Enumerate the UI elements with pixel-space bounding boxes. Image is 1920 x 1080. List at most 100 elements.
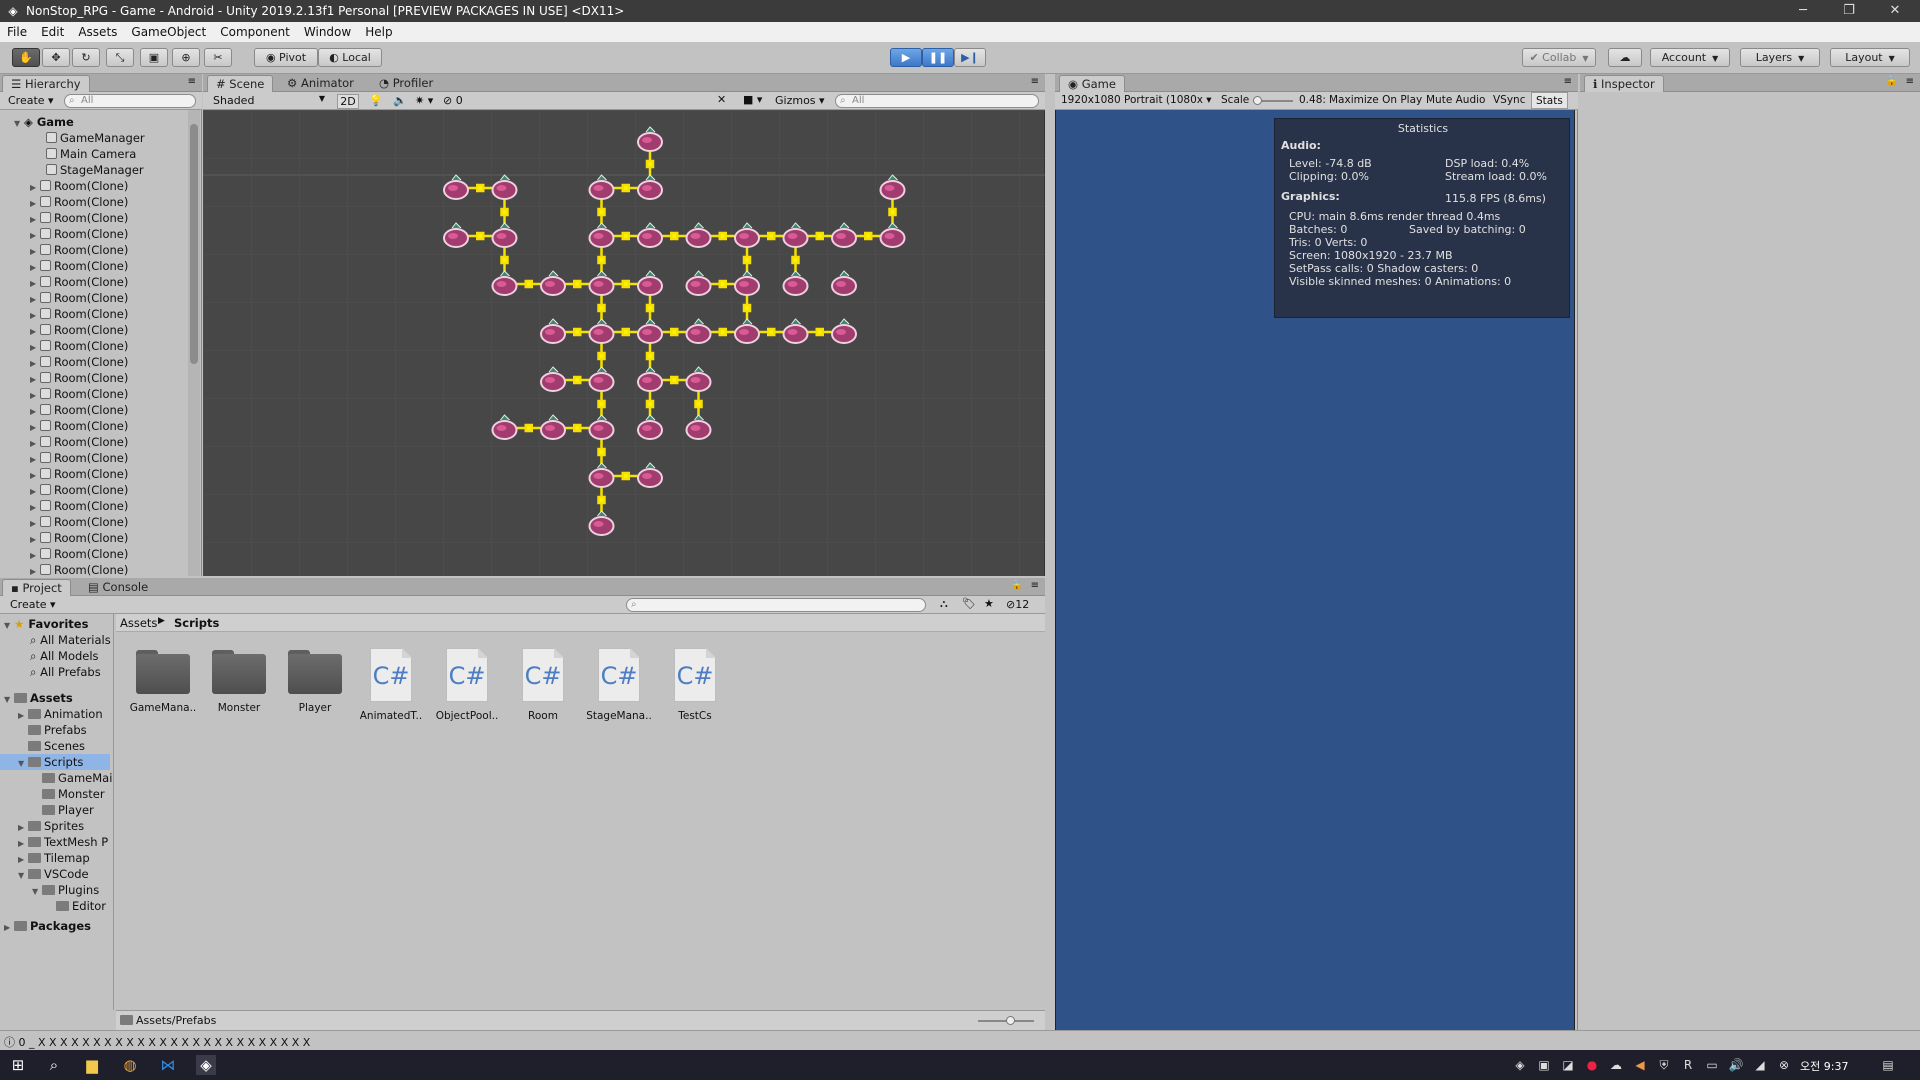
volume-icon[interactable]: 🔊 <box>1728 1057 1744 1073</box>
menu-gameobject[interactable]: GameObject <box>124 25 213 39</box>
menu-component[interactable]: Component <box>213 25 297 39</box>
hierarchy-item-room-clone[interactable]: ▶ Room(Clone) <box>30 434 128 450</box>
search-icon[interactable]: ⌕ <box>44 1055 64 1075</box>
chrome-icon[interactable]: ◍ <box>120 1055 140 1075</box>
lighting-toggle-icon[interactable]: 💡 <box>369 94 383 107</box>
hierarchy-item-room-clone[interactable]: ▶ Room(Clone) <box>30 450 128 466</box>
menu-edit[interactable]: Edit <box>34 25 71 39</box>
collab-dropdown[interactable]: ✔ Collab ▼ <box>1522 48 1596 67</box>
tray-app-icon[interactable]: ◪ <box>1560 1057 1576 1073</box>
move-tool-icon[interactable]: ✥ <box>42 48 70 67</box>
tab-console[interactable]: ▤ Console <box>80 579 156 596</box>
icon-size-slider[interactable] <box>978 1016 1034 1025</box>
network-icon[interactable]: ◢ <box>1752 1057 1768 1073</box>
hierarchy-item-room-clone[interactable]: ▶ Room(Clone) <box>30 418 128 434</box>
project-tree-item[interactable]: ▶ Sprites <box>18 818 84 834</box>
hierarchy-item-room-clone[interactable]: ▶ Room(Clone) <box>30 290 128 306</box>
hierarchy-item-room-clone[interactable]: ▶ Room(Clone) <box>30 226 128 242</box>
hierarchy-item-room-clone[interactable]: ▶ Room(Clone) <box>30 386 128 402</box>
stats-toggle[interactable]: Stats <box>1531 92 1568 109</box>
hierarchy-item-room-clone[interactable]: ▶ Room(Clone) <box>30 242 128 258</box>
layers-dropdown[interactable]: Layers ▼ <box>1740 48 1820 67</box>
asset-folder[interactable]: Player <box>278 648 352 714</box>
breadcrumb-assets[interactable]: Assets <box>120 616 157 630</box>
project-search-input[interactable]: ⌕ <box>626 598 926 612</box>
windows-start-icon[interactable]: ⊞ <box>8 1055 28 1075</box>
shading-dropdown[interactable]: Shaded ▼ <box>213 94 325 107</box>
local-toggle[interactable]: ◐ Local <box>318 48 382 67</box>
file-explorer-icon[interactable]: ▆ <box>82 1055 102 1075</box>
favorite-item[interactable]: ⌕ All Models <box>30 648 99 664</box>
tab-hierarchy[interactable]: ☰ Hierarchy <box>2 75 90 92</box>
hierarchy-scrollbar[interactable] <box>188 110 200 576</box>
transform-tool-icon[interactable]: ⊕ <box>172 48 200 67</box>
asset-script[interactable]: C# TestCs <box>658 648 732 722</box>
tools-icon[interactable]: ✕ <box>717 93 726 106</box>
console-message[interactable]: ⓘ 0 _ X X X X X X X X X X X X X X X X X … <box>4 1034 310 1050</box>
scrollbar-thumb[interactable] <box>190 124 198 364</box>
project-create-button[interactable]: Create ▾ <box>10 598 56 611</box>
filter-label-icon[interactable]: 🏷 <box>962 597 976 610</box>
project-tree-item[interactable]: ▼ VSCode <box>18 866 89 882</box>
resolution-dropdown[interactable]: 1920x1080 Portrait (1080x ▾ <box>1061 94 1212 106</box>
tab-scene[interactable]: # Scene <box>207 75 274 92</box>
account-dropdown[interactable]: Account ▼ <box>1650 48 1730 67</box>
assets-header[interactable]: ▼ Assets <box>4 690 73 706</box>
minimize-button[interactable]: ─ <box>1780 0 1826 22</box>
packages-header[interactable]: ▶ Packages <box>4 918 91 934</box>
icon-size-slider-thumb[interactable] <box>1006 1016 1015 1025</box>
vscode-icon[interactable]: ⋈ <box>158 1055 178 1075</box>
lock-icon[interactable]: 🔒 <box>1886 76 1898 87</box>
hierarchy-item-room-clone[interactable]: ▶ Room(Clone) <box>30 306 128 322</box>
maximize-on-play-toggle[interactable]: Maximize On Play <box>1329 94 1422 106</box>
tray-app-icon[interactable]: R <box>1680 1057 1696 1073</box>
panel-menu-icon[interactable]: ≡ <box>1031 580 1039 591</box>
camera-icon[interactable]: ■ ▾ <box>743 93 762 106</box>
notification-icon[interactable]: ▤ <box>1880 1057 1896 1073</box>
tray-app-icon[interactable]: ◀ <box>1632 1057 1648 1073</box>
project-tree-item[interactable]: Monster <box>32 786 105 802</box>
project-tree-item[interactable]: ▶ Animation <box>18 706 103 722</box>
asset-script[interactable]: C# ObjectPool.. <box>430 648 504 722</box>
menu-file[interactable]: File <box>0 25 34 39</box>
hierarchy-item-room-clone[interactable]: ▶ Room(Clone) <box>30 194 128 210</box>
project-tree-item[interactable]: Prefabs <box>18 722 87 738</box>
favorites-header[interactable]: ▼ ★ Favorites <box>4 616 88 632</box>
panel-menu-icon[interactable]: ≡ <box>188 76 196 87</box>
tray-app-icon[interactable]: ☁ <box>1608 1057 1624 1073</box>
breadcrumb-scripts[interactable]: Scripts <box>174 616 219 630</box>
scene-search-input[interactable]: ⌕ All <box>835 94 1039 108</box>
asset-script[interactable]: C# StageMana.. <box>582 648 656 722</box>
game-viewport[interactable]: Statistics Audio: Level: -74.8 dB DSP lo… <box>1055 110 1575 1030</box>
tab-profiler[interactable]: ◔ Profiler <box>371 75 441 92</box>
scale-slider-thumb[interactable] <box>1253 96 1262 105</box>
tab-animator[interactable]: ⚙ Animator <box>279 75 362 92</box>
tray-app-icon[interactable]: ⛨ <box>1656 1057 1672 1073</box>
hierarchy-item[interactable]: StageManager <box>46 162 144 178</box>
project-tree-item[interactable]: Editor <box>46 898 106 914</box>
menu-assets[interactable]: Assets <box>71 25 124 39</box>
menu-help[interactable]: Help <box>358 25 399 39</box>
gizmos-dropdown[interactable]: Gizmos ▾ <box>775 94 825 107</box>
hierarchy-item-room-clone[interactable]: ▶ Room(Clone) <box>30 322 128 338</box>
project-tree-item[interactable]: ▼ Plugins <box>32 882 99 898</box>
tab-inspector[interactable]: ℹ Inspector <box>1584 75 1664 92</box>
favorite-item[interactable]: ⌕ All Materials <box>30 632 111 648</box>
close-button[interactable]: ✕ <box>1872 0 1918 22</box>
effects-dropdown-icon[interactable]: ✷ ▾ <box>415 94 433 107</box>
hierarchy-item-room-clone[interactable]: ▶ Room(Clone) <box>30 370 128 386</box>
hierarchy-item-room-clone[interactable]: ▶ Room(Clone) <box>30 338 128 354</box>
mute-audio-toggle[interactable]: Mute Audio <box>1426 94 1485 106</box>
hierarchy-item-room-clone[interactable]: ▶ Room(Clone) <box>30 354 128 370</box>
vsync-toggle[interactable]: VSync <box>1493 94 1526 106</box>
tray-app-icon[interactable]: ◈ <box>1512 1057 1528 1073</box>
hierarchy-search-input[interactable]: ⌕ All <box>64 94 196 108</box>
tray-app-icon[interactable]: ● <box>1584 1057 1600 1073</box>
panel-menu-icon[interactable]: ≡ <box>1031 76 1039 87</box>
cloud-button[interactable]: ☁ <box>1608 48 1642 67</box>
hierarchy-item-room-clone[interactable]: ▶ Room(Clone) <box>30 546 128 562</box>
scene-root[interactable]: ▼ ◈ Game <box>14 114 74 130</box>
hierarchy-item-room-clone[interactable]: ▶ Room(Clone) <box>30 402 128 418</box>
hidden-packages-count[interactable]: ⊘12 <box>1006 598 1029 611</box>
audio-toggle-icon[interactable]: 🔈 <box>393 94 407 107</box>
